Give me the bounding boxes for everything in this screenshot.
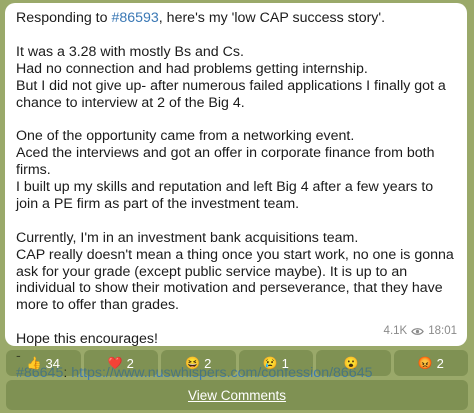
message-meta: 4.1K 18:01 [384, 323, 457, 340]
eye-icon [411, 328, 425, 335]
heart-icon: ❤️ [107, 356, 123, 370]
reaction-sad[interactable]: 😢 1 [238, 350, 313, 376]
view-comments-button[interactable]: View Comments [6, 380, 468, 410]
thumbs-up-icon: 👍 [26, 356, 42, 370]
reaction-thumbs-up[interactable]: 👍 34 [6, 350, 81, 376]
surprised-face-icon: 😮 [343, 356, 359, 370]
reaction-count: 2 [436, 355, 444, 371]
reaction-laugh[interactable]: 😆 2 [161, 350, 236, 376]
laughing-face-icon: 😆 [185, 356, 201, 370]
timestamp: 18:01 [428, 325, 457, 338]
message-bubble: Responding to #86593, here's my 'low CAP… [5, 3, 467, 381]
reaction-heart[interactable]: ❤️ 2 [83, 350, 158, 376]
message-line: Aced the interviews and got an offer in … [16, 145, 435, 179]
reference-link-86593[interactable]: #86593 [111, 10, 158, 26]
intro-suffix: , here's my 'low CAP success story'. [158, 10, 386, 26]
reaction-angry[interactable]: 😡 2 [393, 350, 468, 376]
message-line: One of the opportunity came from a netwo… [16, 128, 355, 145]
reactions-bar: 👍 34 ❤️ 2 😆 2 😢 1 😮 😡 2 [6, 350, 468, 376]
message-line: Had no connection and had problems getti… [16, 60, 368, 77]
intro-line: Responding to #86593, here's my 'low CAP… [16, 10, 456, 27]
message-line: I built up my skills and reputation and … [16, 179, 434, 212]
reaction-count: 1 [281, 355, 289, 371]
view-count: 4.1K [383, 325, 408, 338]
reaction-count: 2 [126, 355, 134, 371]
sad-face-icon: 😢 [262, 356, 278, 370]
message-line: Currently, I'm in an investment bank acq… [16, 229, 359, 246]
reaction-surprised[interactable]: 😮 [316, 350, 391, 376]
intro-text: Responding to [16, 10, 112, 26]
message-line: It was a 3.28 with mostly Bs and Cs. [16, 43, 244, 60]
reaction-count: 34 [45, 355, 60, 371]
message-line: CAP really doesn't mean a thing once you… [16, 246, 454, 314]
angry-face-icon: 😡 [417, 356, 433, 370]
reaction-count: 2 [204, 355, 212, 371]
message-line: But I did not give up- after numerous fa… [16, 77, 446, 111]
